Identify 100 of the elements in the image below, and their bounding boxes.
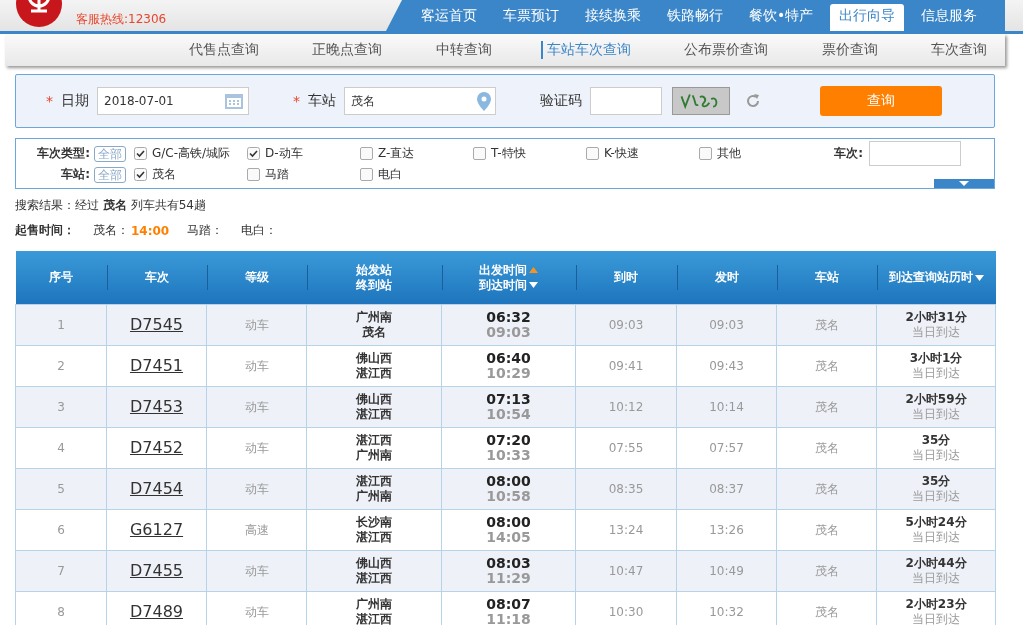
table-cell: 茂名	[776, 386, 877, 428]
arrival-time: 11:29	[485, 571, 532, 586]
train-number-field[interactable]	[869, 141, 961, 166]
captcha-label: 验证码	[540, 92, 582, 110]
station-name: 湛江西	[355, 433, 393, 448]
column-header[interactable]: 序号	[15, 251, 107, 305]
station-name: 广州南	[355, 597, 393, 612]
table-cell: 动车	[206, 304, 307, 346]
column-header[interactable]: 始发站 终到站	[306, 251, 442, 305]
nav-tab[interactable]: 信息服务	[912, 4, 987, 31]
checkbox-label[interactable]: T-特快	[491, 145, 526, 162]
duration: 2小时59分	[904, 392, 968, 407]
table-cell: 09:43	[676, 345, 777, 387]
station-label: 车站	[308, 92, 336, 110]
refresh-icon[interactable]	[746, 94, 760, 108]
column-header[interactable]: 等级	[206, 251, 307, 305]
checkbox[interactable]	[247, 147, 260, 160]
checkbox-label[interactable]: Z-直达	[378, 145, 415, 162]
column-header[interactable]: 车次	[106, 251, 207, 305]
table-cell: 动车	[206, 345, 307, 387]
sub-nav-link[interactable]: 车次查询	[926, 41, 987, 59]
nav-tab[interactable]: 接续换乘	[576, 4, 650, 31]
checkbox-label[interactable]: 其他	[717, 145, 741, 162]
checkbox[interactable]	[134, 147, 147, 160]
checkbox[interactable]	[134, 168, 147, 181]
table-cell: 08:37	[676, 468, 777, 510]
sub-nav-link[interactable]: 票价查询	[817, 41, 878, 59]
checkbox[interactable]	[473, 147, 486, 160]
column-header[interactable]: 车站	[776, 251, 877, 305]
station-name: 湛江西	[355, 366, 393, 381]
duration: 3小时1分	[908, 351, 964, 366]
sort-up-icon[interactable]	[529, 267, 538, 273]
captcha-field[interactable]	[590, 87, 662, 115]
nav-tab[interactable]: 铁路畅行	[658, 4, 732, 31]
checkbox-label[interactable]: 电白	[378, 166, 402, 183]
checkbox-label[interactable]: 茂名	[152, 166, 176, 183]
table-cell: 09:41	[575, 345, 677, 387]
sale-time: 14:00	[131, 223, 170, 238]
sub-nav-link[interactable]: 中转查询	[431, 41, 492, 59]
departure-time: 07:13	[485, 392, 532, 407]
table-cell: 动车	[206, 386, 307, 428]
filter-label: 车站:	[60, 166, 90, 183]
sale-station: 茂名：	[93, 222, 129, 239]
table-cell: 09:03	[575, 304, 677, 346]
sub-nav-link[interactable]: 车站车次查询	[541, 41, 631, 59]
sort-down-icon[interactable]	[974, 274, 984, 281]
sub-nav-link[interactable]: 正晚点查询	[308, 41, 383, 59]
column-header[interactable]: 到达查询站历时	[876, 251, 996, 305]
search-result-text: 搜索结果：经过 茂名 列车共有54趟	[15, 197, 207, 214]
departure-time: 07:20	[485, 433, 532, 448]
station-name: 湛江西	[355, 530, 393, 545]
table-cell: 10:49	[676, 550, 777, 592]
checkbox[interactable]	[360, 147, 373, 160]
arrival-note: 当日到达	[911, 571, 961, 586]
station-name: 湛江西	[355, 612, 393, 625]
table-cell: 高速	[206, 509, 307, 551]
table-cell: 茂名	[776, 345, 877, 387]
arrival-note: 当日到达	[911, 366, 961, 381]
table-cell: 07:57	[676, 427, 777, 469]
departure-time: 08:07	[485, 597, 532, 612]
nav-tab[interactable]: 车票预订	[494, 4, 568, 31]
arrival-note: 当日到达	[911, 325, 961, 340]
nav-tab[interactable]: 出行向导	[830, 4, 905, 31]
checkbox-label[interactable]: D-动车	[265, 145, 303, 162]
checkbox-label[interactable]: G/C-高铁/城际	[152, 145, 231, 162]
checkbox[interactable]	[586, 147, 599, 160]
station-field[interactable]: 茂名	[344, 87, 496, 115]
checkbox-label[interactable]: K-快速	[604, 145, 639, 162]
table-cell: 8	[15, 591, 107, 625]
nav-tab[interactable]: 餐饮•特产	[740, 4, 823, 31]
checkbox[interactable]	[247, 168, 260, 181]
table-cell: 5	[15, 468, 107, 510]
checkbox-label[interactable]: 马踏	[265, 166, 289, 183]
location-pin-icon[interactable]	[477, 91, 491, 111]
station-name: 佛山西	[355, 556, 393, 571]
arrival-time: 10:54	[485, 407, 532, 422]
sort-down-icon[interactable]	[529, 282, 538, 288]
calendar-icon[interactable]	[224, 92, 244, 110]
table-cell: 3	[15, 386, 107, 428]
column-header[interactable]: 到时	[575, 251, 677, 305]
arrival-note: 当日到达	[911, 407, 961, 422]
table-cell: 2	[15, 345, 107, 387]
station-name: 湛江西	[355, 407, 393, 422]
table-cell: 茂名	[776, 304, 877, 346]
sub-nav-link[interactable]: 公布票价查询	[680, 41, 769, 59]
departure-time: 06:32	[485, 310, 532, 325]
date-field[interactable]: 2018-07-01	[97, 87, 249, 115]
station-name: 广州南	[355, 310, 393, 325]
checkbox[interactable]	[699, 147, 712, 160]
station-name: 广州南	[355, 448, 393, 463]
checkbox[interactable]	[360, 168, 373, 181]
station-name: 长沙南	[355, 515, 393, 530]
arrival-time: 09:03	[485, 325, 532, 340]
sub-nav-link[interactable]: 代售点查询	[185, 41, 259, 59]
nav-tab[interactable]: 客运首页	[412, 4, 486, 31]
column-header[interactable]: 出发时间 到达时间	[441, 251, 576, 305]
hotline-text: 客服热线:12306	[76, 11, 167, 27]
sale-time-label: 起售时间：	[15, 223, 75, 237]
station-name: 湛江西	[355, 571, 393, 586]
column-header[interactable]: 发时	[676, 251, 777, 305]
